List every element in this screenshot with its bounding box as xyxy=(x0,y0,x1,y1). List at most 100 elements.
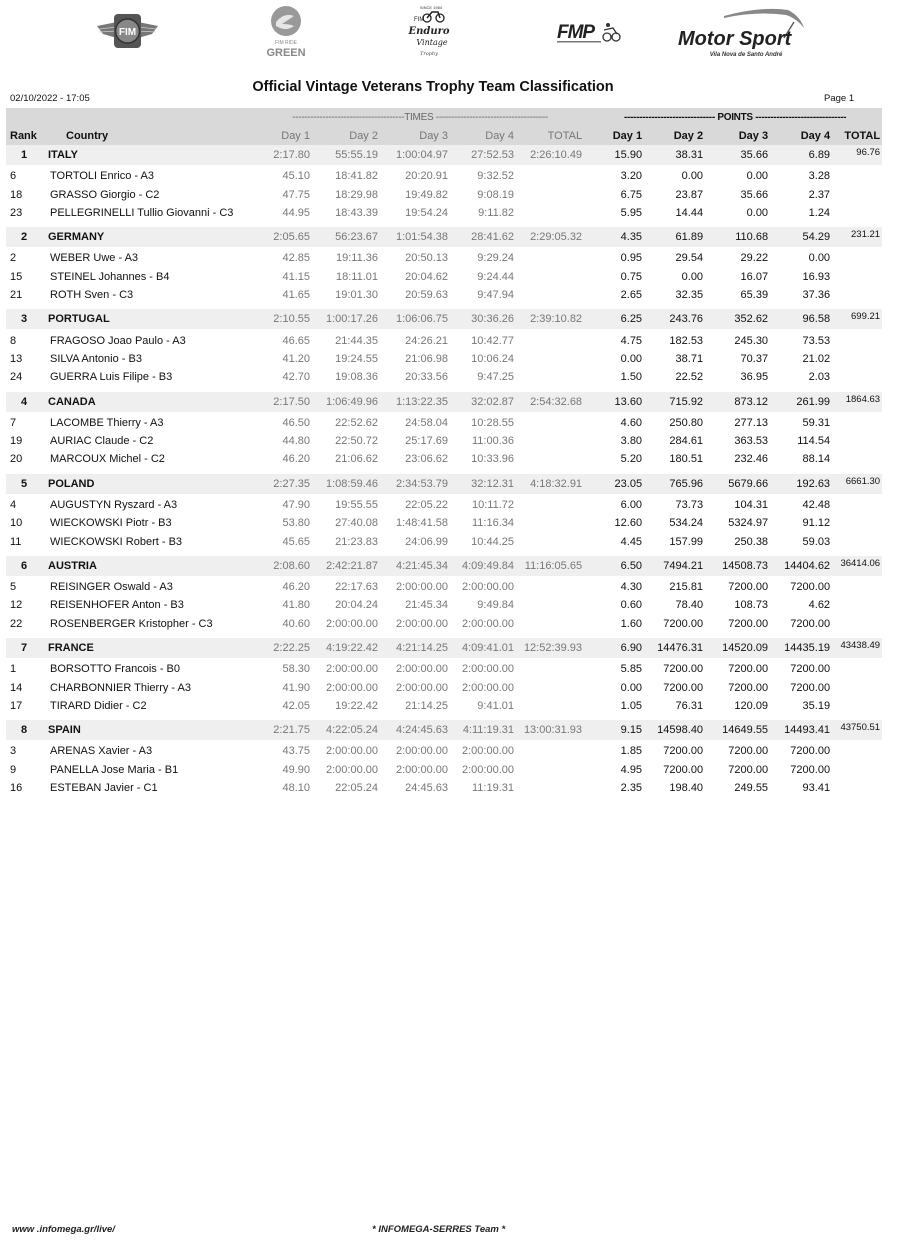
rider-number: 7 xyxy=(10,416,17,429)
rider-time-total-empty xyxy=(520,450,588,468)
times-group-header: -------------------------------------TIM… xyxy=(292,112,548,123)
rider-time-total-empty xyxy=(520,578,588,596)
rider-time-total-empty xyxy=(520,432,588,450)
rider-name: MARCOUX Michel - C2 xyxy=(50,453,165,466)
rider-time-day1: 41.65 xyxy=(282,289,310,302)
rider-row: 24 GUERRA Luis Filipe - B3 42.70 19:08.36 20… xyxy=(6,368,882,386)
team-row: 1 ITALY 2:17.80 55:55.19 1:00:04.97 27:52.53 2… xyxy=(6,145,883,165)
rider-points-day4: 4.62 xyxy=(808,599,831,612)
rider-time-day1: 47.90 xyxy=(282,498,310,511)
rider-time-day3: 21:45.34 xyxy=(405,599,448,612)
rider-name: TORTOLI Enrico - A3 xyxy=(50,170,154,183)
rider-time-day4: 10:42.77 xyxy=(471,334,514,347)
rider-points-day3: 249.55 xyxy=(734,782,769,795)
column-header-time-total: TOTAL xyxy=(547,130,583,142)
rider-points-total-empty xyxy=(836,414,882,432)
team-points-day1: 9.15 xyxy=(620,724,643,737)
rider-row: 9 PANELLA Jose Maria - B1 49.90 2:00:00.00 2… xyxy=(6,761,882,779)
team-time-total: 4:18:32.91 xyxy=(530,477,583,490)
team-time-total: 2:54:32.68 xyxy=(530,395,583,408)
rider-time-total-empty xyxy=(520,697,588,715)
rider-time-day4: 2:00:00.00 xyxy=(462,763,514,776)
rider-number: 20 xyxy=(10,453,23,466)
rider-time-day2: 22:52.62 xyxy=(335,416,378,429)
rider-points-day2: 284.61 xyxy=(669,435,704,448)
rider-row: 8 FRAGOSO Joao Paulo - A3 46.65 21:44.35 24:… xyxy=(6,331,882,349)
rider-time-day4: 2:00:00.00 xyxy=(462,745,514,758)
team-time-day2: 4:19:22.42 xyxy=(326,642,378,655)
rider-time-day4: 2:00:00.00 xyxy=(462,581,514,594)
rider-time-total-empty xyxy=(520,496,588,514)
rider-points-day1: 6.75 xyxy=(620,188,643,201)
rider-points-day2: 215.81 xyxy=(669,581,704,594)
rider-time-day3: 2:00:00.00 xyxy=(396,763,448,776)
team-points-day4: 14493.41 xyxy=(784,724,831,737)
team-time-day3: 2:34:53.79 xyxy=(396,477,448,490)
team-time-day3: 1:01:54.38 xyxy=(396,231,448,244)
team-time-day4: 4:11:19.31 xyxy=(462,724,514,737)
rider-time-day4: 10:11.72 xyxy=(471,498,514,511)
rider-time-day4: 9:11.82 xyxy=(478,206,514,219)
rider-row: 5 REISINGER Oswald - A3 46.20 22:17.63 2:00:… xyxy=(6,578,882,596)
rider-time-day4: 9:24.44 xyxy=(477,270,514,283)
team-country: CANADA xyxy=(48,395,96,408)
team-points-day4: 96.58 xyxy=(802,313,831,326)
rider-points-day4: 0.00 xyxy=(808,252,831,265)
rider-name: WIECKOWSKI Robert - B3 xyxy=(50,535,183,548)
team-row: 5 POLAND 2:27.35 1:08:59.46 2:34:53.79 32:12.… xyxy=(6,473,883,494)
rider-points-day1: 5.85 xyxy=(620,663,643,676)
rider-time-total-empty xyxy=(520,331,588,349)
rider-points-day4: 93.41 xyxy=(802,782,831,795)
rider-points-day4: 16.93 xyxy=(802,270,831,283)
rider-time-day4: 9:47.94 xyxy=(477,289,514,302)
rider-points-total-empty xyxy=(836,185,882,203)
rider-points-day3: 7200.00 xyxy=(728,681,769,694)
team-country: SPAIN xyxy=(48,724,81,737)
rider-number: 18 xyxy=(10,188,23,201)
rider-points-day2: 534.24 xyxy=(669,517,704,530)
rider-points-day3: 0.00 xyxy=(746,206,769,219)
page-title: Official Vintage Veterans Trophy Team Cl… xyxy=(252,79,614,95)
team-time-total: 11:16:05.65 xyxy=(524,559,583,572)
team-points-day1: 6.90 xyxy=(620,642,643,655)
rider-time-day3: 23:06.62 xyxy=(405,453,448,466)
rider-points-day1: 6.00 xyxy=(620,498,643,511)
team-time-day2: 56:23.67 xyxy=(335,231,378,244)
team-points-day3: 35.66 xyxy=(740,149,769,161)
team-points-day4: 261.99 xyxy=(796,395,831,408)
team-points-day4: 6.89 xyxy=(808,149,831,161)
team-points-total: 96.76 xyxy=(856,147,881,158)
team-rank: 1 xyxy=(20,149,28,161)
svg-text:SINCE 1984: SINCE 1984 xyxy=(420,5,443,10)
rider-time-day3: 2:00:00.00 xyxy=(396,663,448,676)
rider-name: PANELLA Jose Maria - B1 xyxy=(50,763,179,776)
rider-points-day4: 7200.00 xyxy=(790,617,831,630)
rider-time-day3: 24:45.63 xyxy=(405,782,448,795)
rider-time-day1: 42.85 xyxy=(282,252,310,265)
rider-points-total-empty xyxy=(836,167,882,185)
rider-name: ESTEBAN Javier - C1 xyxy=(50,782,158,795)
rider-time-total-empty xyxy=(520,678,588,696)
rider-number: 24 xyxy=(10,371,23,384)
rider-number: 12 xyxy=(10,599,23,612)
team-row: 6 AUSTRIA 2:08.60 2:42:21.87 4:21:45.34 4:09:… xyxy=(6,555,883,576)
team-time-total: 2:29:05.32 xyxy=(530,231,583,244)
team-rank: 5 xyxy=(20,477,28,490)
rider-time-day3: 20:04.62 xyxy=(405,270,448,283)
rider-points-day2: 23.87 xyxy=(675,188,704,201)
rider-time-total-empty xyxy=(520,249,588,267)
fim-ride-green-logo: FIM RIDE GREEN xyxy=(262,4,310,60)
team-time-day3: 1:00:04.97 xyxy=(396,149,448,161)
svg-text:FIM RIDE: FIM RIDE xyxy=(275,40,298,46)
page-number: Page 1 xyxy=(824,93,855,104)
rider-points-day3: 120.09 xyxy=(734,700,769,712)
rider-time-day2: 22:17.63 xyxy=(335,581,378,594)
rider-time-day1: 40.60 xyxy=(282,617,310,630)
rider-points-total-empty xyxy=(836,268,882,286)
rider-number: 6 xyxy=(10,170,17,183)
rider-points-total-empty xyxy=(836,596,882,614)
rider-points-total-empty xyxy=(836,496,882,514)
rider-points-day3: 277.13 xyxy=(734,416,769,429)
motor-sport-logo: Motor Sport Vila Nova de Santo André xyxy=(676,4,811,60)
rider-points-day1: 0.60 xyxy=(620,599,643,612)
